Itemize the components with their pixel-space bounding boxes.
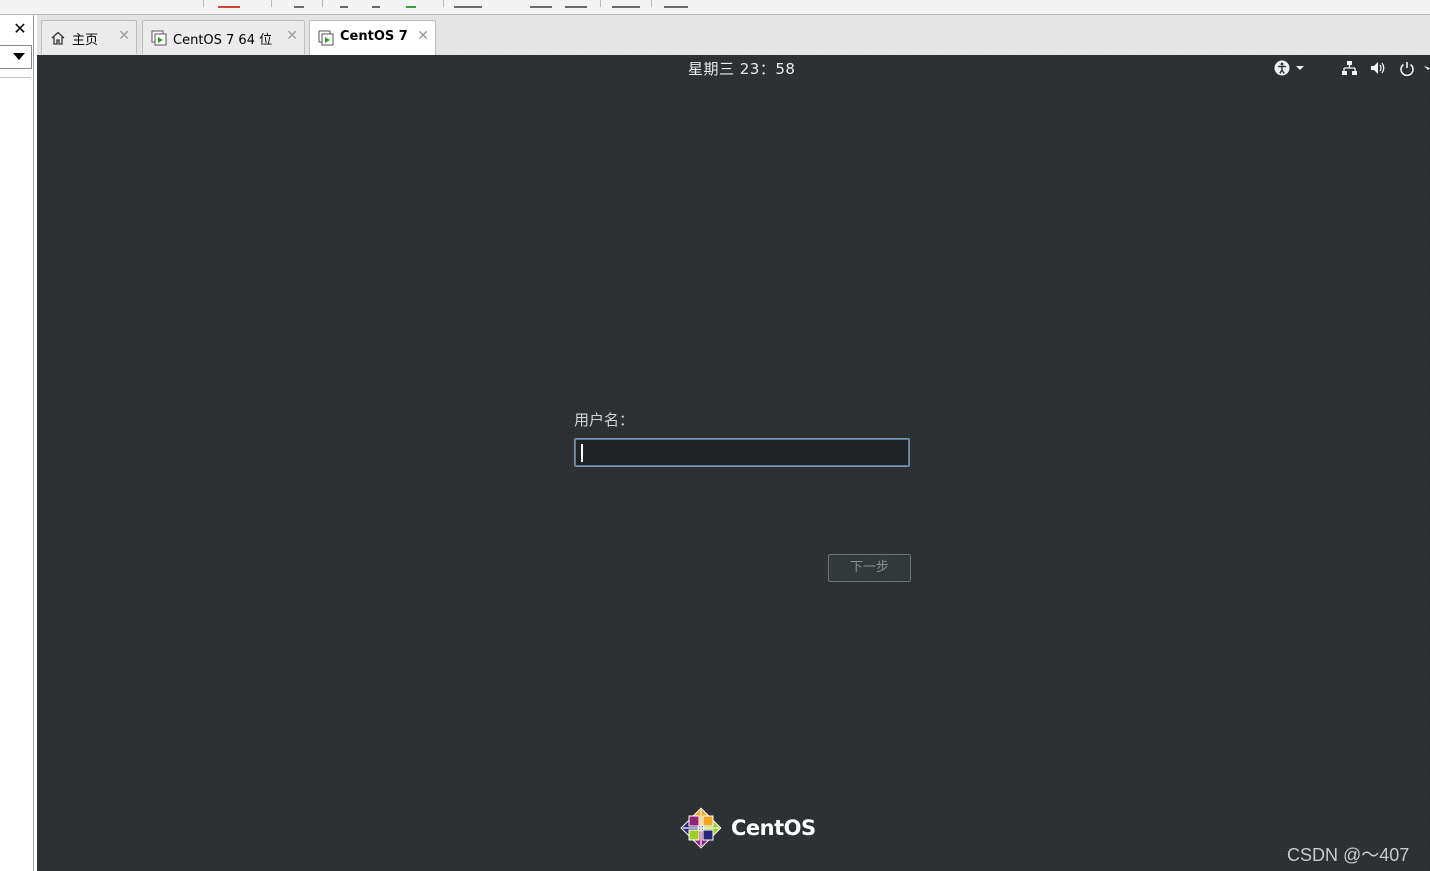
username-label: 用户名： <box>574 411 635 429</box>
toolbar-icon[interactable] <box>664 0 688 8</box>
toolbar-icon[interactable] <box>565 0 587 8</box>
toolbar-separator <box>651 0 652 7</box>
tab-home[interactable]: 主页 ✕ <box>41 20 137 54</box>
toolbar-separator <box>443 0 444 7</box>
toolbar-icon[interactable] <box>218 0 240 8</box>
tab-label: CentOS 7 <box>340 29 408 44</box>
volume-icon[interactable] <box>1369 59 1387 77</box>
toolbar-icon[interactable] <box>612 0 640 8</box>
vmware-toolbar <box>0 0 1430 15</box>
top-bar-clock[interactable]: 星期三 23：58 <box>688 58 795 79</box>
username-input[interactable] <box>574 438 910 467</box>
toolbar-icon[interactable] <box>340 0 348 8</box>
toolbar-separator <box>203 0 204 7</box>
close-icon[interactable]: ✕ <box>118 28 130 44</box>
centos-logo-icon <box>680 807 722 849</box>
toolbar-icon[interactable] <box>372 0 380 8</box>
vm-icon <box>318 30 334 46</box>
csdn-watermark: CSDN @～407 <box>1287 845 1410 865</box>
vm-console[interactable]: 星期三 23：58 用户名： 下一步 CentOS CSDN @～407 <box>37 55 1430 871</box>
toolbar-icon[interactable] <box>406 0 416 8</box>
toolbar-icon[interactable] <box>294 0 304 8</box>
tab-label: 主页 <box>72 33 99 48</box>
tab-label: CentOS 7 64 位 <box>173 33 273 48</box>
vm-icon <box>151 30 167 46</box>
toolbar-separator <box>322 0 323 7</box>
toolbar-separator <box>600 0 601 7</box>
library-panel: ✕ <box>0 15 34 871</box>
close-icon[interactable]: ✕ <box>286 28 298 44</box>
tab-centos-7[interactable]: CentOS 7 ✕ <box>309 20 436 55</box>
accessibility-icon[interactable] <box>1273 59 1307 77</box>
divider <box>0 77 31 78</box>
home-icon <box>51 31 65 45</box>
library-dropdown[interactable] <box>0 45 32 69</box>
tab-bar: 主页 ✕ CentOS 7 64 位 ✕ CentOS 7 ✕ <box>37 15 1430 56</box>
network-icon[interactable] <box>1341 59 1357 77</box>
toolbar-icon[interactable] <box>530 0 552 8</box>
centos-wordmark: CentOS <box>731 816 816 840</box>
close-icon[interactable]: ✕ <box>10 19 30 39</box>
toolbar-separator <box>271 0 272 7</box>
power-icon[interactable] <box>1398 59 1430 77</box>
close-icon[interactable]: ✕ <box>417 28 429 44</box>
toolbar-icon[interactable] <box>454 0 482 8</box>
text-cursor <box>581 444 583 462</box>
tab-centos-64[interactable]: CentOS 7 64 位 ✕ <box>142 20 305 54</box>
next-button[interactable]: 下一步 <box>828 554 911 582</box>
chevron-down-icon <box>13 53 25 60</box>
